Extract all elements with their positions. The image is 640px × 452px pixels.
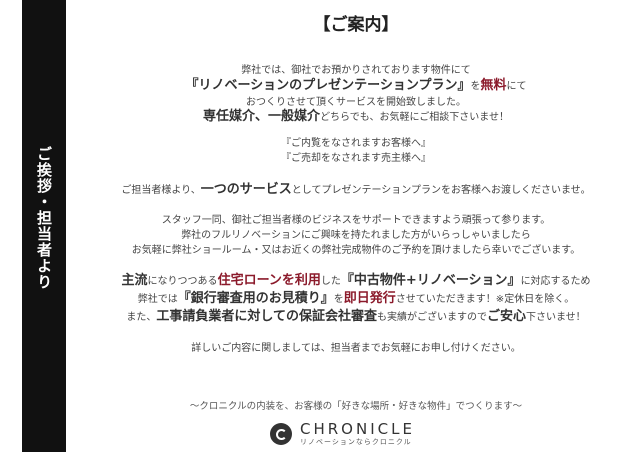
text-fragment: ご担当者様より、 <box>121 185 201 196</box>
text-line-5: 『ご内覧をなされますお客様へ』 <box>281 138 431 149</box>
text-fragment: としてプレゼンテーションプランをお客様へお渡しくださいませ。 <box>291 185 591 196</box>
text-line-7: ご担当者様より、一つのサービスとしてプレゼンテーションプランをお客様へお渡しくだ… <box>80 183 632 198</box>
text-line-3: おつくりさせて頂くサービスを開始致しました。 <box>246 97 466 108</box>
general-brokerage: 一般媒介 <box>268 109 321 124</box>
exclusive-brokerage: 専任媒介 <box>203 109 256 124</box>
text-fragment: させていただきます！※定休日を除く。 <box>395 294 575 305</box>
logo-subtitle: リノベーションならクロニクル <box>300 438 412 446</box>
text-line-14: 詳しいご内容に関しましては、担当者までお気軽にお申し付けください。 <box>191 343 521 354</box>
text-fragment: を <box>333 294 344 305</box>
logo-wordmark: CHRONICLE <box>300 420 415 438</box>
text-line-10: お気軽に弊社ショールーム・又はお近くの弊社完成物件のご予約を頂けましたら幸いでご… <box>131 245 581 256</box>
guarantee-review: 工事請負業者に対しての保証会社審査 <box>156 309 377 324</box>
text-fragment: 下さいませ！ <box>525 312 586 323</box>
sidebar-band: ご挨拶・担当者より <box>22 0 66 452</box>
text-line-9: 弊社のフルリノベーションにご興味を持たれました方がいらっしゃいましたら <box>181 230 531 241</box>
text-line-8: スタッフ一同、御社ご担当者様のビジネスをサポートできますよう頑張って参ります。 <box>161 215 551 226</box>
text-line-1: 弊社では、御社でお預かりされております物件にて <box>241 65 471 76</box>
free-highlight: 無料 <box>480 78 507 93</box>
text-fragment: 、 <box>255 109 269 124</box>
text-line-11: 主流になりつつある住宅ローンを利用した『中古物件+リノベーション』に対応するため <box>80 274 632 289</box>
chronicle-logo: CHRONICLE リノベーションならクロニクル <box>270 420 415 448</box>
text-fragment: に対応するため <box>520 276 591 287</box>
footer-tagline: ～クロニクルの内装を、お客様の「好きな場所・好きな物件」でつくります～ <box>189 401 523 412</box>
same-day-highlight: 即日発行 <box>343 291 396 306</box>
text-fragment: また、 <box>126 312 157 323</box>
text-fragment: を <box>470 81 481 92</box>
text-fragment: 弊社では <box>137 294 178 305</box>
notice-content: 【ご案内】 弊社では、御社でお預かりされております物件にて 『リノベーションのプ… <box>80 0 632 452</box>
one-service: 一つのサービス <box>200 182 292 197</box>
text-line-6: 『ご売却をなされます売主様へ』 <box>281 153 431 164</box>
bank-estimate: 『銀行審査用のお見積り』 <box>177 291 334 306</box>
logo-mark-icon <box>270 423 292 445</box>
text-fragment: どちらでも、お気軽にご相談下さいませ！ <box>320 112 509 123</box>
used-renovation: 『中古物件+リノベーション』 <box>340 273 521 288</box>
text-line-12: 弊社では『銀行審査用のお見積り』を即日発行させていただきます！※定休日を除く。 <box>80 292 632 307</box>
text-line-13: また、工事請負業者に対しての保証会社審査も実績がございますのでご安心下さいませ！ <box>80 310 632 325</box>
home-loan-highlight: 住宅ローンを利用 <box>217 273 321 288</box>
text-fragment: になりつつある <box>147 276 218 287</box>
text-fragment: した <box>320 276 341 287</box>
sidebar-title: ご挨拶・担当者より <box>35 146 53 290</box>
page-title: 【ご案内】 <box>313 15 399 35</box>
text-line-2: 『リノベーションのプレゼンテーションプラン』を無料にて <box>80 79 632 94</box>
peace-of-mind: ご安心 <box>486 309 526 324</box>
text-line-4: 専任媒介、一般媒介どちらでも、お気軽にご相談下さいませ！ <box>80 110 632 125</box>
plan-name: 『リノベーションのプレゼンテーションプラン』 <box>185 78 471 93</box>
text-fragment: 主流 <box>121 273 148 288</box>
text-fragment: も実績がございますので <box>376 312 487 323</box>
text-fragment: にて <box>506 81 527 92</box>
